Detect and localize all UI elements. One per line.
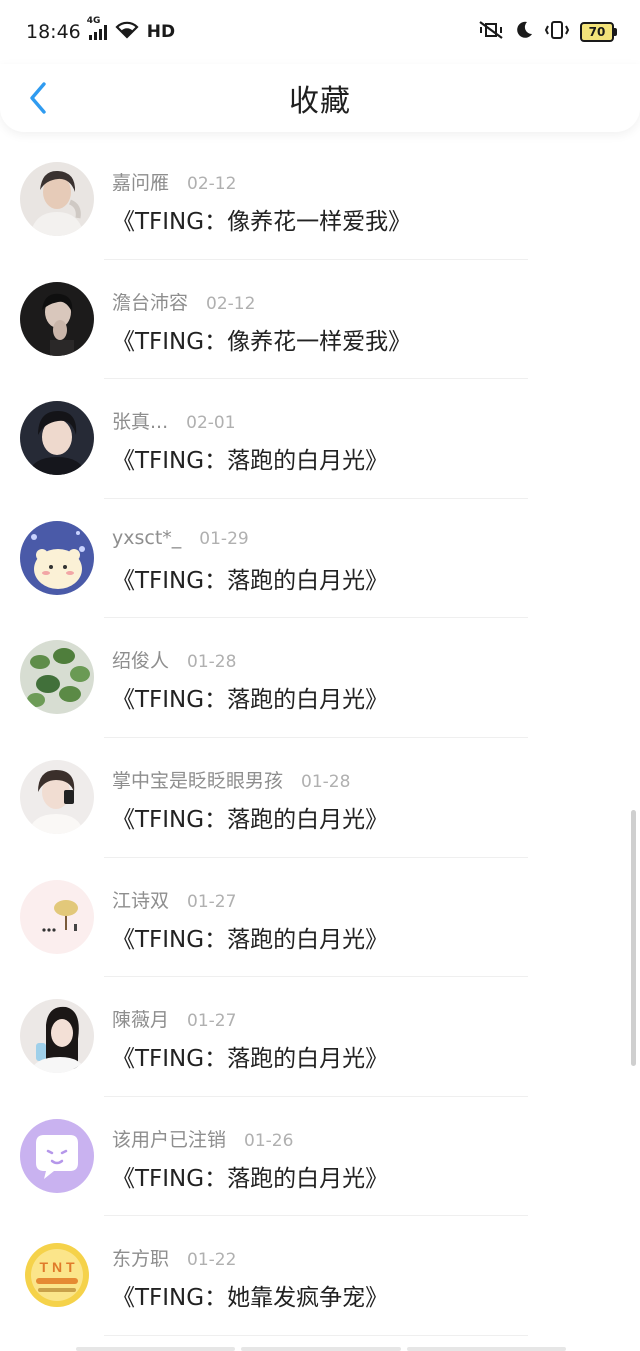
avatar[interactable]	[20, 401, 94, 476]
vibrate-icon	[544, 20, 570, 45]
avatar[interactable]	[20, 1118, 94, 1193]
avatar[interactable]	[20, 759, 94, 834]
user-name: 掌中宝是眨眨眼男孩	[112, 769, 284, 792]
avatar[interactable]	[20, 162, 94, 236]
user-name: 嘉问雁	[112, 172, 170, 194]
list-item[interactable]: yxsct*_ 01-29 《TFING：落跑的白月光》	[0, 499, 640, 619]
user-name: 东方职	[112, 1248, 170, 1271]
favorite-date: 02-12	[206, 293, 256, 314]
favorites-list: 嘉问雁 02-12 《TFING：像养花一样爱我》 澹台沛容 02-12 《TF…	[0, 140, 640, 1336]
user-name: 陳薇月	[112, 1009, 170, 1032]
work-title[interactable]: 《TFING：落跑的白月光》	[112, 1159, 388, 1193]
list-item[interactable]: 陳薇月 01-27 《TFING：落跑的白月光》	[0, 977, 640, 1097]
avatar[interactable]	[20, 520, 94, 595]
do-not-disturb-moon-icon	[514, 20, 534, 45]
favorite-date: 01-26	[244, 1130, 294, 1151]
work-title[interactable]: 《TFING：落跑的白月光》	[112, 1039, 388, 1073]
page-title: 收藏	[289, 84, 351, 119]
list-item[interactable]: 掌中宝是眨眨眼男孩 01-28 《TFING：落跑的白月光》	[0, 738, 640, 858]
user-name: 澹台沛容	[112, 291, 189, 314]
user-name: 张真...	[112, 411, 169, 434]
work-title[interactable]: 《TFING：落跑的白月光》	[112, 800, 388, 834]
favorite-date: 01-28	[187, 652, 237, 673]
avatar[interactable]: T N T	[20, 1238, 94, 1313]
mute-vibrate-icon	[478, 20, 504, 45]
avatar[interactable]	[20, 640, 94, 715]
work-title[interactable]: 《TFING：像养花一样爱我》	[112, 202, 411, 236]
avatar[interactable]	[20, 281, 94, 356]
wifi-icon	[115, 21, 139, 44]
work-title[interactable]: 《TFING：她靠发疯争宠》	[112, 1278, 388, 1312]
work-title[interactable]: 《TFING：落跑的白月光》	[112, 561, 388, 595]
svg-text:T N T: T N T	[40, 1259, 75, 1275]
list-item[interactable]: 该用户已注销 01-26 《TFING：落跑的白月光》	[0, 1097, 640, 1217]
avatar[interactable]	[20, 879, 94, 954]
work-title[interactable]: 《TFING：落跑的白月光》	[112, 441, 388, 475]
list-item[interactable]: 绍俊人 01-28 《TFING：落跑的白月光》	[0, 618, 640, 738]
list-item[interactable]: 嘉问雁 02-12 《TFING：像养花一样爱我》	[0, 140, 640, 260]
battery-icon: 70	[580, 22, 617, 42]
user-name: yxsct*_	[112, 526, 182, 549]
work-title[interactable]: 《TFING：落跑的白月光》	[112, 680, 388, 714]
header: 收藏	[0, 64, 640, 132]
network-label: 4G	[86, 16, 101, 26]
favorite-date: 01-27	[187, 1011, 237, 1032]
user-name: 该用户已注销	[112, 1128, 227, 1151]
favorite-date: 01-22	[187, 1250, 237, 1271]
favorite-date: 01-28	[301, 771, 351, 792]
avatar[interactable]	[20, 999, 94, 1074]
bottom-edge-indicator	[76, 1347, 566, 1351]
hd-label: HD	[146, 22, 176, 42]
work-title[interactable]: 《TFING：落跑的白月光》	[112, 920, 388, 954]
list-item[interactable]: 澹台沛容 02-12 《TFING：像养花一样爱我》	[0, 260, 640, 380]
user-name: 江诗双	[112, 889, 170, 912]
scrollbar[interactable]	[631, 810, 636, 1066]
status-bar: 18:46 4G HD 70	[0, 0, 640, 64]
chevron-left-icon	[30, 82, 46, 114]
favorite-date: 01-29	[199, 528, 249, 549]
list-item[interactable]: T N T 东方职 01-22 《TFING：她靠发疯争宠》	[0, 1216, 640, 1336]
favorite-date: 01-27	[187, 891, 237, 912]
favorite-date: 02-12	[187, 174, 237, 194]
signal-icon: 4G	[87, 16, 107, 40]
back-button[interactable]	[18, 78, 58, 118]
list-item[interactable]: 张真... 02-01 《TFING：落跑的白月光》	[0, 379, 640, 499]
work-title[interactable]: 《TFING：像养花一样爱我》	[112, 322, 411, 356]
list-item[interactable]: 江诗双 01-27 《TFING：落跑的白月光》	[0, 858, 640, 978]
status-time: 18:46	[26, 21, 81, 43]
user-name: 绍俊人	[112, 650, 170, 673]
favorite-date: 02-01	[186, 413, 236, 434]
divider	[104, 1334, 528, 1336]
